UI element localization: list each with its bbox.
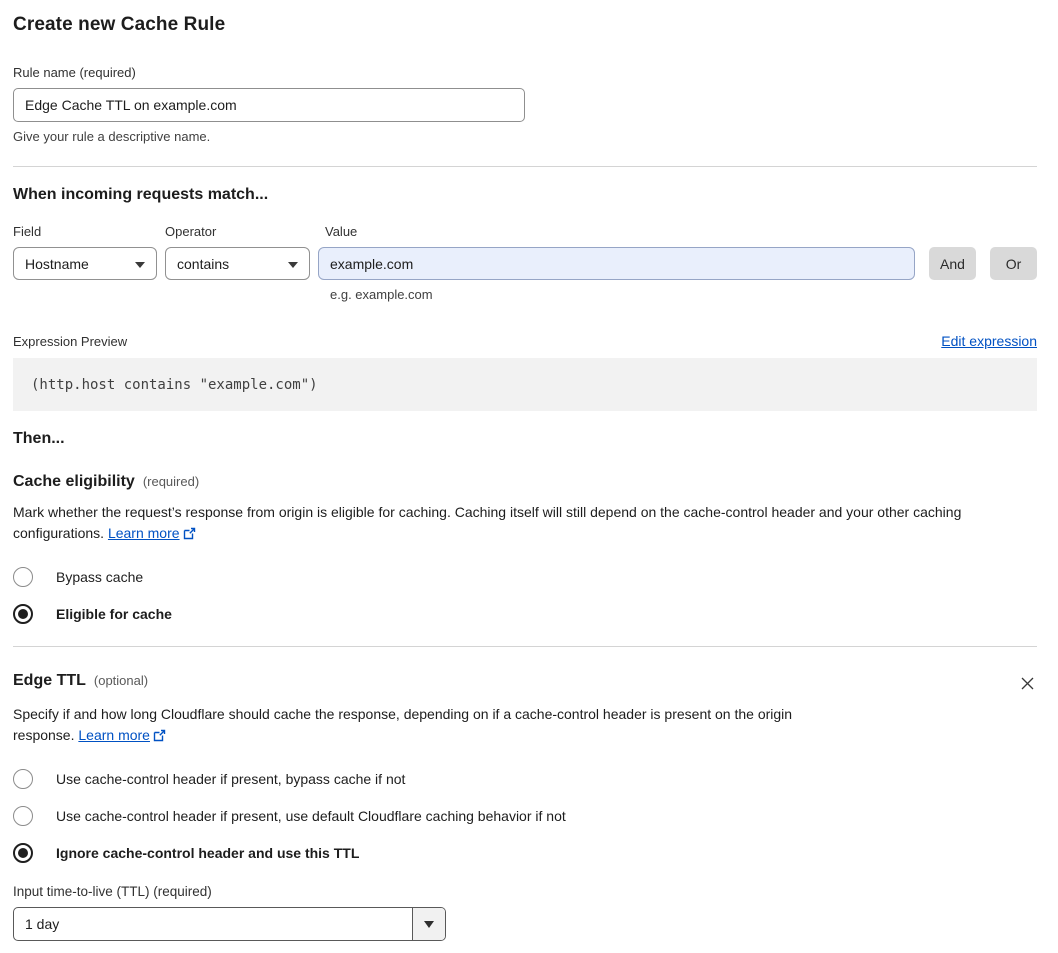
radio-label: Bypass cache bbox=[56, 569, 144, 585]
radio-use-header-bypass[interactable]: Use cache-control header if present, byp… bbox=[13, 769, 1037, 789]
ttl-select-arrow[interactable] bbox=[412, 908, 445, 940]
value-label: Value bbox=[325, 224, 358, 239]
rule-name-input[interactable] bbox=[13, 88, 525, 122]
page-title: Create new Cache Rule bbox=[13, 14, 226, 35]
operator-select-value: contains bbox=[177, 255, 230, 272]
expression-code: (http.host contains "example.com") bbox=[13, 358, 1037, 411]
cache-eligibility-qualifier: (required) bbox=[142, 474, 200, 489]
chevron-down-icon bbox=[288, 261, 298, 268]
external-link-icon bbox=[183, 525, 196, 546]
ttl-select[interactable]: 1 day bbox=[13, 907, 446, 941]
cache-eligibility-options: Bypass cache Eligible for cache bbox=[13, 567, 1037, 624]
radio-icon[interactable] bbox=[13, 806, 33, 826]
learn-more-link[interactable]: Learn more bbox=[78, 727, 150, 743]
then-heading: Then... bbox=[13, 430, 65, 447]
match-heading: When incoming requests match... bbox=[13, 186, 269, 203]
radio-icon[interactable] bbox=[13, 567, 33, 587]
radio-icon[interactable] bbox=[13, 769, 33, 789]
rule-name-hint: Give your rule a descriptive name. bbox=[13, 129, 211, 144]
divider bbox=[13, 646, 1037, 647]
radio-label: Use cache-control header if present, use… bbox=[56, 808, 566, 824]
cache-eligibility-title: Cache eligibility bbox=[13, 473, 135, 490]
chevron-down-icon bbox=[135, 261, 145, 268]
radio-label: Ignore cache-control header and use this… bbox=[56, 845, 360, 861]
expression-preview-row: Expression Preview Edit expression bbox=[13, 333, 1037, 349]
ttl-select-value: 1 day bbox=[25, 916, 60, 932]
radio-ignore-header-use-ttl[interactable]: Ignore cache-control header and use this… bbox=[13, 843, 1037, 863]
or-button[interactable]: Or bbox=[990, 247, 1037, 280]
radio-label: Eligible for cache bbox=[56, 606, 172, 622]
match-row: Hostname contains And Or bbox=[13, 247, 1037, 280]
edge-ttl-description: Specify if and how long Cloudflare shoul… bbox=[13, 704, 849, 748]
edge-ttl-options: Use cache-control header if present, byp… bbox=[13, 769, 1037, 863]
and-button[interactable]: And bbox=[929, 247, 976, 280]
cache-rule-form: Create new Cache Rule Rule name (require… bbox=[0, 0, 1058, 953]
divider bbox=[13, 166, 1037, 167]
edit-expression-link[interactable]: Edit expression bbox=[941, 333, 1037, 349]
operator-select[interactable]: contains bbox=[165, 247, 310, 280]
radio-eligible-for-cache[interactable]: Eligible for cache bbox=[13, 604, 1037, 624]
cache-eligibility-header: Cache eligibility (required) bbox=[13, 473, 1037, 491]
chevron-down-icon bbox=[424, 920, 434, 928]
value-hint: e.g. example.com bbox=[330, 287, 433, 302]
rule-name-label: Rule name (required) bbox=[13, 65, 136, 80]
match-labels: Field Operator Value bbox=[13, 224, 1037, 239]
edge-ttl-title: Edge TTL bbox=[13, 672, 86, 689]
edge-ttl-header: Edge TTL (optional) bbox=[13, 672, 1037, 693]
external-link-icon bbox=[153, 727, 166, 748]
radio-icon[interactable] bbox=[13, 843, 33, 863]
edge-ttl-qualifier: (optional) bbox=[93, 673, 149, 688]
field-select-value: Hostname bbox=[25, 255, 89, 272]
radio-bypass-cache[interactable]: Bypass cache bbox=[13, 567, 1037, 587]
radio-label: Use cache-control header if present, byp… bbox=[56, 771, 406, 787]
radio-icon[interactable] bbox=[13, 604, 33, 624]
radio-use-header-default[interactable]: Use cache-control header if present, use… bbox=[13, 806, 1037, 826]
ttl-label: Input time-to-live (TTL) (required) bbox=[13, 884, 212, 899]
value-input[interactable] bbox=[318, 247, 915, 280]
learn-more-link[interactable]: Learn more bbox=[108, 525, 180, 541]
field-select[interactable]: Hostname bbox=[13, 247, 157, 280]
cache-eligibility-description: Mark whether the request’s response from… bbox=[13, 502, 1037, 546]
expression-preview-label: Expression Preview bbox=[13, 334, 128, 349]
operator-label: Operator bbox=[165, 224, 217, 239]
field-label: Field bbox=[13, 224, 42, 239]
close-icon[interactable] bbox=[1018, 674, 1037, 693]
